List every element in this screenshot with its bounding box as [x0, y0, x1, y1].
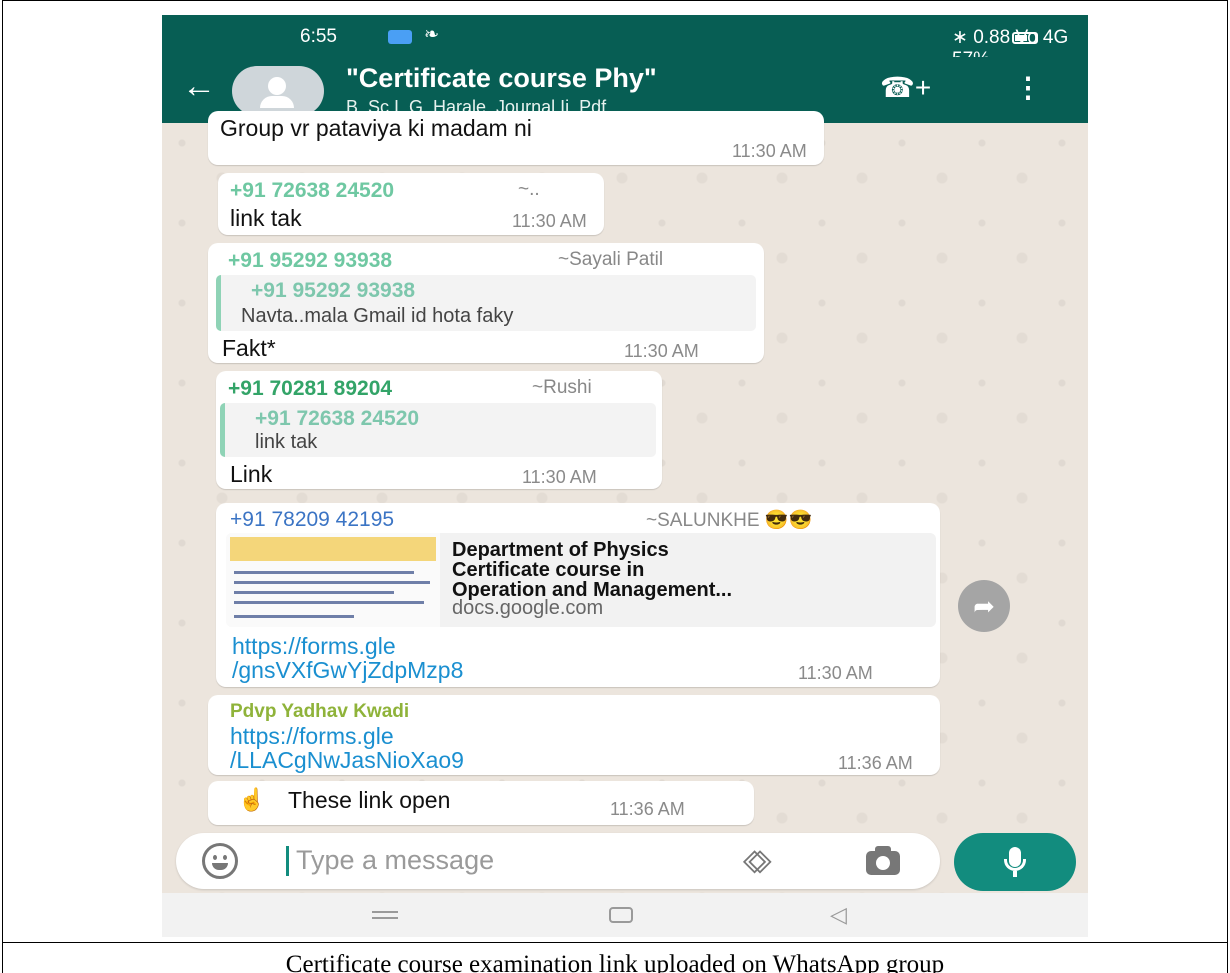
paperclip-icon[interactable]: ⧉	[736, 840, 779, 883]
sender-alias: ~..	[518, 179, 540, 200]
message-bubble[interactable]: Pdvp Yadhav Kwadi https://forms.gle /LLA…	[208, 695, 940, 775]
phone-screenshot: 6:55 ❧ ∗ 0.88 Vo 4G 57% ← "Certificate c…	[162, 15, 1088, 937]
sender-alias: ~Rushi	[532, 377, 592, 398]
message-time: 11:30 AM	[624, 341, 699, 361]
link-preview-thumbnail	[226, 533, 440, 627]
quoted-message[interactable]: +91 72638 24520 link tak	[220, 403, 656, 457]
quoted-sender: +91 95292 93938	[251, 279, 416, 302]
message-bubble[interactable]: +91 95292 93938 ~Sayali Patil +91 95292 …	[208, 243, 764, 363]
menu-nav-icon[interactable]	[372, 911, 398, 919]
back-nav-icon[interactable]: ◁	[830, 902, 847, 928]
message-link[interactable]: https://forms.gle	[230, 723, 394, 750]
android-nav-bar: ◁	[162, 893, 1088, 937]
quoted-message[interactable]: +91 95292 93938 Navta..mala Gmail id hot…	[216, 275, 756, 331]
message-input[interactable]: Type a message	[296, 845, 494, 876]
message-time: 11:30 AM	[732, 141, 807, 161]
camera-icon[interactable]	[866, 846, 900, 875]
smiley-icon[interactable]	[202, 843, 238, 879]
link-preview-domain: docs.google.com	[452, 597, 604, 619]
chat-title[interactable]: "Certificate course Phy"	[346, 63, 657, 94]
message-text: Link	[230, 461, 273, 487]
message-bubble[interactable]: +91 70281 89204 ~Rushi +91 72638 24520 l…	[216, 371, 662, 489]
sender-alias: ~Sayali Patil	[558, 249, 664, 270]
message-bubble[interactable]: Group vr pataviya ki madam ni 11:30 AM	[208, 111, 824, 165]
back-arrow-icon[interactable]: ←	[182, 67, 216, 106]
message-link[interactable]: https://forms.gle	[232, 633, 396, 660]
add-call-icon[interactable]: ☎+	[880, 71, 931, 104]
more-options-icon[interactable]: ⋮	[1014, 71, 1042, 104]
battery-icon	[1012, 32, 1038, 44]
quoted-sender: +91 72638 24520	[255, 407, 420, 430]
pointing-up-emoji: ☝️	[238, 787, 266, 812]
notification-icon	[388, 30, 412, 44]
message-time: 11:30 AM	[798, 663, 873, 683]
message-bubble[interactable]: +91 72638 24520 ~.. link tak 11:30 AM	[218, 173, 604, 235]
quoted-text: Navta..mala Gmail id hota faky	[241, 305, 514, 327]
message-text: These link open	[288, 787, 451, 813]
message-bubble[interactable]: ☝️ These link open 11:36 AM	[208, 781, 754, 825]
message-link[interactable]: /gnsVXfGwYjZdpMzp8	[232, 657, 463, 684]
sender-number[interactable]: +91 70281 89204	[228, 377, 392, 401]
message-time: 11:36 AM	[838, 753, 913, 773]
message-composer: Type a message ⧉	[176, 833, 940, 889]
sender-alias: ~SALUNKHE 😎😎	[646, 510, 813, 531]
group-avatar[interactable]	[232, 66, 324, 116]
leaf-icon: ❧	[424, 24, 440, 44]
message-text: link tak	[230, 205, 302, 231]
sender-number[interactable]: +91 78209 42195	[230, 508, 394, 532]
sender-number[interactable]: +91 72638 24520	[230, 179, 394, 203]
message-time: 11:30 AM	[512, 211, 587, 231]
message-bubble[interactable]: +91 78209 42195 ~SALUNKHE 😎😎 Department …	[216, 503, 940, 687]
quoted-text: link tak	[255, 431, 318, 453]
link-preview-card[interactable]: Department of Physics Certificate course…	[226, 533, 936, 627]
message-time: 11:36 AM	[610, 799, 685, 819]
home-nav-icon[interactable]	[609, 907, 633, 923]
message-text: Fakt*	[222, 335, 276, 361]
message-text: Group vr pataviya ki madam ni	[220, 115, 532, 141]
text-cursor	[286, 846, 289, 876]
forward-icon[interactable]: ➦	[958, 580, 1010, 632]
message-link[interactable]: /LLACgNwJasNioXao9	[230, 747, 464, 774]
sender-name[interactable]: Pdvp Yadhav Kwadi	[230, 701, 409, 723]
status-time: 6:55	[300, 26, 337, 47]
message-time: 11:30 AM	[522, 467, 597, 487]
figure-caption: Certificate course examination link uplo…	[285, 951, 945, 973]
status-bar: 6:55 ❧ ∗ 0.88 Vo 4G 57%	[162, 15, 1088, 70]
mic-button[interactable]	[954, 833, 1076, 891]
sender-number[interactable]: +91 95292 93938	[228, 249, 392, 273]
